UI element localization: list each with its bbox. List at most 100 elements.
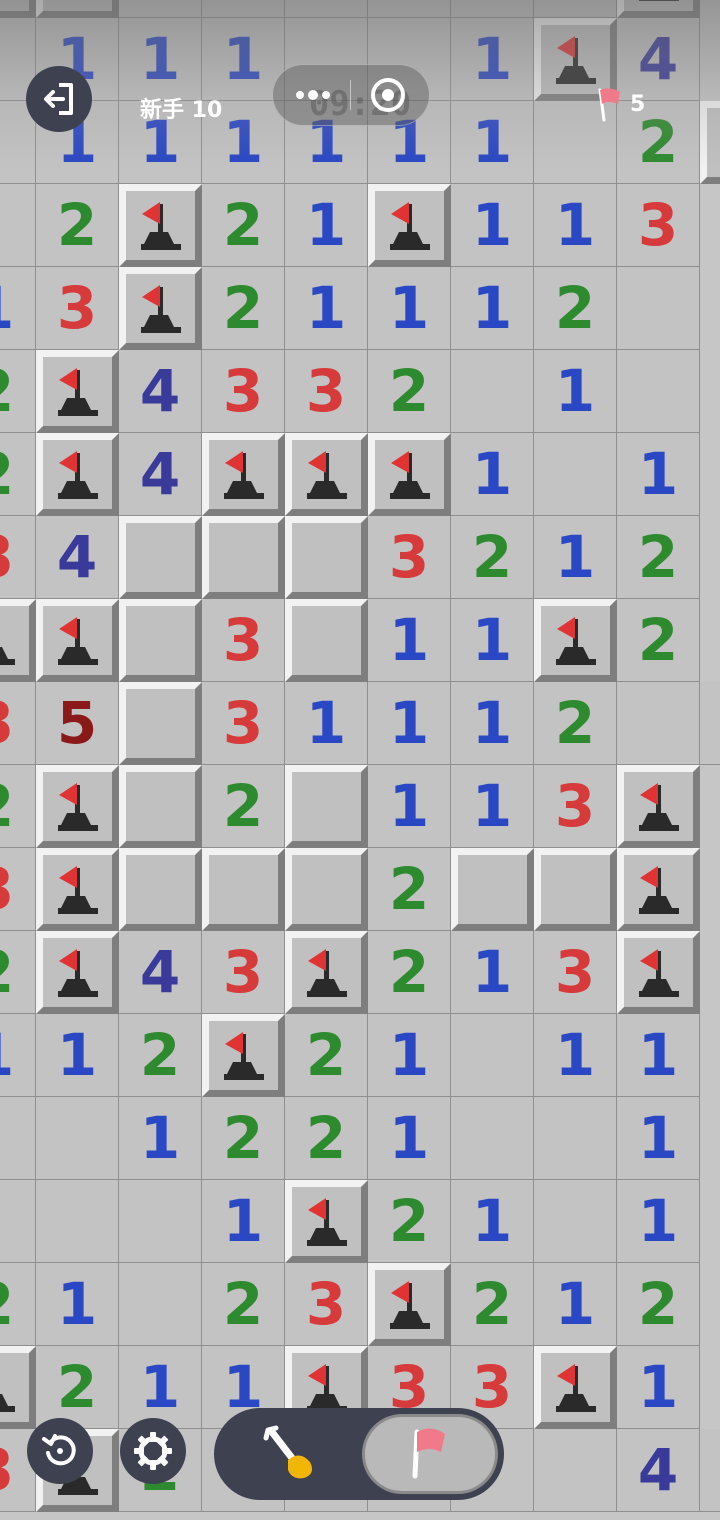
unopened-cell[interactable] — [534, 848, 617, 931]
unopened-cell[interactable] — [119, 599, 202, 682]
flagged-cell[interactable] — [36, 433, 119, 516]
number-cell[interactable]: 1 — [368, 682, 451, 765]
dig-mode-button[interactable] — [262, 1424, 322, 1484]
empty-cell[interactable] — [0, 1180, 36, 1263]
empty-cell[interactable] — [0, 184, 36, 267]
number-cell[interactable]: 1 — [119, 1346, 202, 1429]
number-cell[interactable]: 4 — [36, 516, 119, 599]
number-cell[interactable]: 2 — [36, 184, 119, 267]
exit-button[interactable] — [26, 66, 92, 132]
number-cell[interactable]: 1 — [451, 101, 534, 184]
number-cell[interactable]: 3 — [534, 931, 617, 1014]
settings-button[interactable] — [120, 1418, 186, 1484]
flagged-cell[interactable] — [617, 765, 700, 848]
number-cell[interactable]: 1 — [451, 267, 534, 350]
flagged-cell[interactable] — [202, 433, 285, 516]
unopened-cell[interactable] — [285, 516, 368, 599]
number-cell[interactable]: 1 — [285, 267, 368, 350]
number-cell[interactable]: 1 — [285, 682, 368, 765]
number-cell[interactable]: 1 — [36, 1263, 119, 1346]
empty-cell[interactable] — [36, 1097, 119, 1180]
empty-cell[interactable] — [534, 1429, 617, 1512]
unopened-cell[interactable] — [36, 0, 119, 18]
number-cell[interactable]: 1 — [285, 0, 368, 18]
flagged-cell[interactable] — [617, 0, 700, 18]
flagged-cell[interactable] — [119, 184, 202, 267]
number-cell[interactable]: 1 — [285, 184, 368, 267]
number-cell[interactable]: 1 — [451, 184, 534, 267]
number-cell[interactable]: 4 — [119, 931, 202, 1014]
empty-cell[interactable] — [534, 1097, 617, 1180]
flagged-cell[interactable] — [617, 931, 700, 1014]
number-cell[interactable]: 5 — [36, 682, 119, 765]
number-cell[interactable]: 1 — [534, 516, 617, 599]
unopened-cell[interactable] — [119, 848, 202, 931]
number-cell[interactable]: 1 — [451, 931, 534, 1014]
empty-cell[interactable] — [119, 1180, 202, 1263]
number-cell[interactable]: 3 — [285, 1263, 368, 1346]
number-cell[interactable]: 1 — [202, 1180, 285, 1263]
target-close-icon[interactable] — [369, 76, 407, 114]
number-cell[interactable]: 1 — [617, 433, 700, 516]
flagged-cell[interactable] — [534, 1346, 617, 1429]
number-cell[interactable]: 3 — [700, 682, 720, 765]
empty-cell[interactable] — [451, 1097, 534, 1180]
empty-cell[interactable] — [617, 350, 700, 433]
flagged-cell[interactable] — [36, 848, 119, 931]
flagged-cell[interactable] — [0, 599, 36, 682]
unopened-cell[interactable] — [285, 599, 368, 682]
flagged-cell[interactable] — [700, 101, 720, 184]
number-cell[interactable]: 2 — [368, 848, 451, 931]
number-cell[interactable]: 2 — [202, 267, 285, 350]
number-cell[interactable]: 2 — [202, 765, 285, 848]
unopened-cell[interactable] — [119, 682, 202, 765]
flagged-cell[interactable] — [36, 931, 119, 1014]
number-cell[interactable]: 2 — [0, 350, 36, 433]
number-cell[interactable]: 1 — [451, 433, 534, 516]
number-cell[interactable]: 2 — [119, 1014, 202, 1097]
empty-cell[interactable] — [202, 0, 285, 18]
number-cell[interactable]: 4 — [119, 350, 202, 433]
number-cell[interactable]: 3 — [0, 848, 36, 931]
number-cell[interactable]: 1 — [0, 1014, 36, 1097]
number-cell[interactable]: 1 — [534, 1263, 617, 1346]
number-cell[interactable]: 2 — [202, 1097, 285, 1180]
number-cell[interactable]: 1 — [368, 1014, 451, 1097]
number-cell[interactable]: 1 — [368, 765, 451, 848]
unopened-cell[interactable] — [451, 848, 534, 931]
number-cell[interactable]: 3 — [617, 184, 700, 267]
number-cell[interactable]: 1 — [36, 1014, 119, 1097]
number-cell[interactable]: 1 — [534, 350, 617, 433]
number-cell[interactable]: 2 — [617, 516, 700, 599]
empty-cell[interactable] — [36, 1180, 119, 1263]
flagged-cell[interactable] — [368, 433, 451, 516]
empty-cell[interactable] — [368, 0, 451, 18]
number-cell[interactable]: 1 — [617, 1346, 700, 1429]
empty-cell[interactable] — [451, 350, 534, 433]
number-cell[interactable]: 3 — [285, 350, 368, 433]
number-cell[interactable]: 3 — [202, 682, 285, 765]
number-cell[interactable]: 2 — [451, 0, 534, 18]
unopened-cell[interactable] — [0, 0, 36, 18]
minesweeper-board[interactable]: 1122111141111112221113132111224332124113… — [0, 0, 720, 1520]
number-cell[interactable]: 2 — [0, 765, 36, 848]
number-cell[interactable]: 2 — [0, 433, 36, 516]
number-cell[interactable]: 1 — [368, 599, 451, 682]
number-cell[interactable]: 2 — [534, 682, 617, 765]
number-cell[interactable]: 2 — [617, 599, 700, 682]
number-cell[interactable]: 4 — [119, 433, 202, 516]
empty-cell[interactable] — [617, 267, 700, 350]
number-cell[interactable]: 2 — [368, 1180, 451, 1263]
mode-toggle[interactable] — [214, 1408, 504, 1500]
flagged-cell[interactable] — [285, 1180, 368, 1263]
number-cell[interactable]: 2 — [0, 931, 36, 1014]
flag-mode-button[interactable] — [362, 1414, 498, 1494]
number-cell[interactable]: 1 — [534, 1014, 617, 1097]
flagged-cell[interactable] — [36, 765, 119, 848]
number-cell[interactable]: 1 — [119, 1097, 202, 1180]
number-cell[interactable]: 1 — [119, 0, 202, 18]
flagged-cell[interactable] — [617, 848, 700, 931]
number-cell[interactable]: 3 — [202, 599, 285, 682]
number-cell[interactable]: 4 — [617, 1429, 700, 1512]
number-cell[interactable]: 1 — [534, 184, 617, 267]
